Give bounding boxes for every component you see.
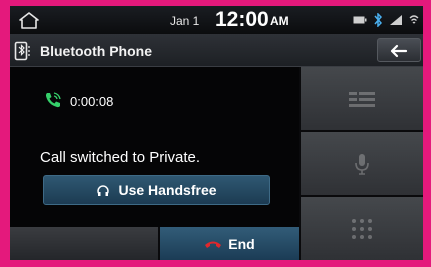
handsfree-icon [97,185,110,196]
date-label: Jan 1 [170,14,200,28]
clock-time: 12:00 [215,8,269,31]
status-icons [353,12,419,28]
status-bar: Jan 1 12:00 AM [10,6,423,34]
end-call-label: End [228,235,255,252]
keypad-icon [349,91,375,107]
home-icon[interactable] [14,9,44,31]
call-status-message: Call switched to Private. [40,149,201,166]
mute-button[interactable] [301,132,423,195]
keypad-button[interactable] [301,67,423,130]
call-duration: 0:00:08 [70,94,114,109]
bottom-left-panel [10,227,158,260]
side-button-column [301,67,423,260]
call-panel: 0:00:08 Call switched to Private. Use Ha… [10,67,299,227]
bluetooth-phone-icon [14,41,32,61]
dialpad-icon [352,218,372,239]
dialpad-button[interactable] [301,197,423,260]
phone-screen: Jan 1 12:00 AM Bluetooth Phone 0:00:08 C… [10,6,423,260]
hang-up-icon [205,241,222,248]
page-title: Bluetooth Phone [40,43,152,59]
microphone-icon [355,153,369,175]
wifi-icon [409,15,419,24]
battery-icon [353,16,367,24]
bluetooth-icon [374,13,383,27]
end-call-button[interactable]: End [160,227,299,260]
back-arrow-icon [390,44,408,58]
active-call-icon [44,91,62,109]
use-handsfree-label: Use Handsfree [118,182,217,198]
use-handsfree-button[interactable]: Use Handsfree [43,175,270,205]
clock-ampm: AM [270,14,289,28]
back-button[interactable] [377,38,421,62]
title-bar: Bluetooth Phone [10,34,423,67]
signal-icon [390,15,402,25]
